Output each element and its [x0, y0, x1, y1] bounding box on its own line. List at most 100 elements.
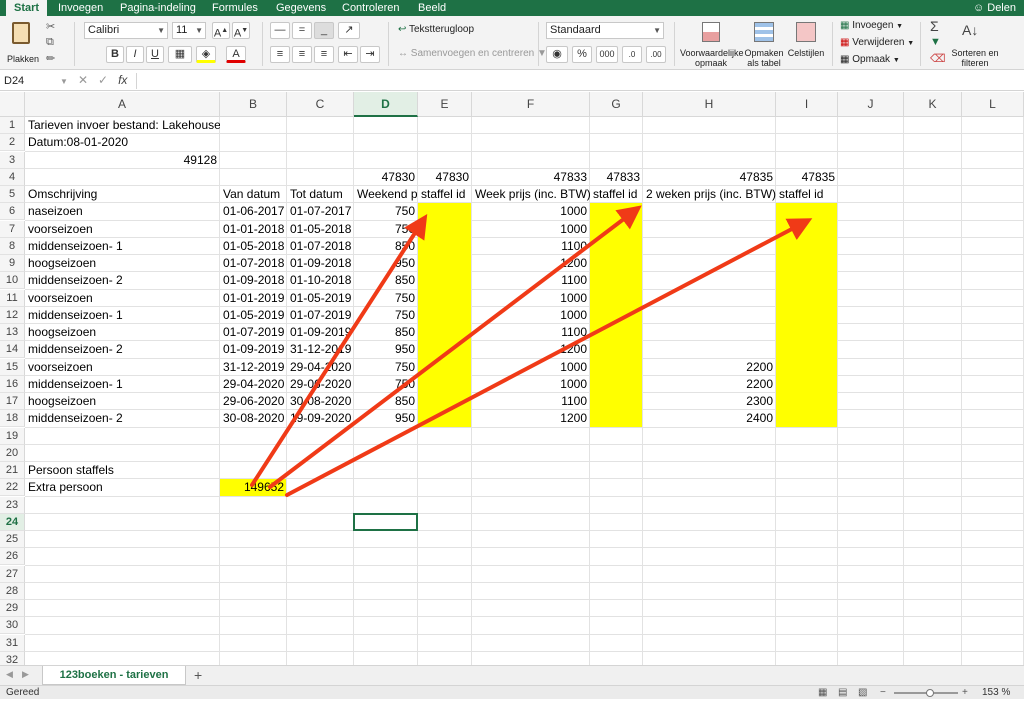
tab-start[interactable]: Start — [6, 0, 48, 16]
shrink-font-button[interactable]: A▼ — [232, 22, 250, 40]
increase-decimal-button[interactable]: .0 — [622, 46, 642, 63]
zoom-level[interactable]: 153 % — [982, 686, 1010, 699]
wrap-text-label: Tekstterugloop — [409, 24, 475, 35]
chevron-down-icon: ▼ — [157, 26, 165, 35]
name-box[interactable]: D24 — [2, 73, 52, 89]
cancel-icon[interactable]: ✕ — [78, 73, 88, 87]
merge-center-label: Samenvoegen en centreren — [410, 48, 535, 59]
chevron-down-icon[interactable]: ▼ — [60, 77, 68, 86]
decrease-decimal-button[interactable]: .00 — [646, 46, 666, 63]
page-break-icon[interactable]: ▧ — [858, 686, 867, 699]
wrap-icon: ↩ — [398, 24, 407, 35]
format-as-table-label: Opmaken als tabel — [744, 48, 784, 68]
tab-gegevens[interactable]: Gegevens — [276, 0, 326, 16]
eraser-icon[interactable]: ⌫ — [930, 52, 946, 65]
copy-icon[interactable]: ⧉ — [46, 36, 54, 49]
decrease-indent-button[interactable]: ⇤ — [338, 46, 358, 63]
spreadsheet-grid[interactable]: A B C D E F G H I J K L 1 2 3 4 5 6 7 8 9 10 11 12 13 14 15 16 17 18 1… — [0, 92, 1024, 665]
insert-cells-button[interactable]: ▦ Invoegen ▼ — [840, 20, 903, 31]
font-name-select[interactable]: Calibri ▼ — [84, 22, 168, 39]
tab-beeld[interactable]: Beeld — [418, 0, 446, 16]
zoom-in-icon[interactable]: + — [962, 686, 968, 699]
ribbon: Plakken ✂ ⧉ ✏ Calibri ▼ 11 ▼ A▲ A▼ B I U ▦… — [0, 16, 1024, 70]
orientation-button[interactable]: ↗ — [338, 22, 360, 39]
chevron-down-icon: ▼ — [195, 26, 203, 35]
comma-style-button[interactable]: 000 — [596, 46, 618, 63]
zoom-slider[interactable] — [894, 689, 958, 697]
clipboard-icon — [12, 22, 30, 44]
tab-pagina-indeling[interactable]: Pagina-indeling — [120, 0, 196, 16]
chevron-down-icon: ▼ — [653, 26, 661, 35]
font-color-button[interactable]: A — [226, 46, 246, 63]
format-painter-icon[interactable]: ✏ — [46, 52, 55, 65]
fill-down-icon[interactable]: ▼ — [930, 36, 941, 48]
conditional-format-icon — [702, 22, 720, 42]
coins-icon: ◉ — [552, 48, 562, 60]
insert-label: Invoegen — [852, 20, 894, 31]
align-left-button[interactable]: ≡ — [270, 46, 290, 63]
currency-button[interactable]: ◉ — [546, 46, 568, 63]
font-size-value: 11 — [176, 24, 188, 36]
sort-filter-label: Sorteren en filteren — [951, 48, 999, 68]
align-bottom-button[interactable]: _ — [314, 22, 334, 39]
conditional-format-button[interactable]: Voorwaardelijke opmaak — [680, 20, 744, 68]
chevron-down-icon: ▼ — [907, 40, 915, 47]
bold-button[interactable]: B — [106, 46, 124, 63]
merge-icon: ↔ — [398, 48, 408, 59]
tab-controleren[interactable]: Controleren — [342, 0, 399, 16]
align-center-button[interactable]: ≡ — [292, 46, 312, 63]
autosum-icon[interactable]: Σ — [930, 18, 939, 34]
ribbon-tab-bar: Start Invoegen Pagina-indeling Formules … — [0, 0, 1024, 16]
annotation-arrow-1 — [250, 213, 428, 487]
zoom-out-icon[interactable]: − — [880, 686, 886, 699]
paste-label: Plakken — [6, 54, 40, 64]
align-top-button[interactable]: — — [270, 22, 290, 39]
percent-button[interactable]: % — [572, 46, 592, 63]
sort-filter-button[interactable]: A↓ Sorteren en filteren — [951, 20, 998, 68]
annotation-arrows — [250, 205, 813, 497]
formula-input[interactable] — [136, 73, 1022, 89]
grow-font-button[interactable]: A▲ — [212, 22, 230, 40]
number-format-value: Standaard — [550, 24, 601, 36]
delete-label: Verwijderen — [852, 37, 905, 48]
zoom-slider-thumb[interactable] — [926, 689, 934, 697]
chevron-down-icon: ▼ — [896, 23, 904, 30]
format-cells-button[interactable]: ▦ Opmaak ▼ — [840, 54, 900, 65]
formula-bar: D24 ▼ ✕ ✓ fx — [0, 71, 1024, 91]
share-button[interactable]: ☺ Delen — [973, 0, 1016, 16]
delete-cells-button[interactable]: ▦ Verwijderen ▼ — [840, 37, 914, 48]
tab-invoegen[interactable]: Invoegen — [58, 0, 103, 16]
next-sheet-icon[interactable]: ▶ — [22, 669, 29, 680]
status-bar: Gereed ▦ ▤ ▧ − + 153 % — [0, 685, 1024, 699]
page-layout-icon[interactable]: ▤ — [838, 686, 847, 699]
font-name-value: Calibri — [88, 24, 120, 36]
align-middle-button[interactable]: = — [292, 22, 312, 39]
underline-button[interactable]: U — [146, 46, 164, 63]
font-size-select[interactable]: 11 ▼ — [172, 22, 206, 39]
prev-sheet-icon[interactable]: ◀ — [6, 669, 13, 680]
sheet-tab[interactable]: 123boeken - tarieven export — [42, 666, 186, 699]
format-icon: ▦ — [840, 54, 850, 65]
number-format-select[interactable]: Standaard ▼ — [546, 22, 664, 39]
tab-formules[interactable]: Formules — [212, 0, 258, 16]
format-as-table-button[interactable]: Opmaken als tabel — [744, 20, 784, 68]
increase-indent-button[interactable]: ⇥ — [360, 46, 380, 63]
insert-icon: ▦ — [840, 20, 850, 31]
normal-view-icon[interactable]: ▦ — [818, 686, 827, 699]
add-sheet-icon[interactable]: + — [194, 667, 202, 683]
paste-button[interactable]: Plakken — [6, 20, 39, 64]
cell-styles-button[interactable]: Celstijlen — [786, 20, 826, 68]
borders-button[interactable]: ▦ — [168, 46, 192, 63]
merge-center-button[interactable]: ↔ Samenvoegen en centreren ▼ — [398, 48, 547, 59]
cut-icon[interactable]: ✂ — [46, 20, 55, 33]
function-icon[interactable]: fx — [118, 73, 127, 87]
sheet-tab-bar: ◀ ▶ 123boeken - tarieven export + — [0, 665, 1024, 699]
confirm-icon[interactable]: ✓ — [98, 73, 108, 87]
fill-color-button[interactable]: ◈ — [196, 46, 216, 63]
share-label: Delen — [987, 2, 1016, 14]
format-label: Opmaak — [852, 54, 891, 65]
align-right-button[interactable]: ≡ — [314, 46, 334, 63]
person-icon: ☺ — [972, 2, 985, 14]
italic-button[interactable]: I — [126, 46, 144, 63]
wrap-text-button[interactable]: ↩ Tekstterugloop — [398, 24, 474, 35]
